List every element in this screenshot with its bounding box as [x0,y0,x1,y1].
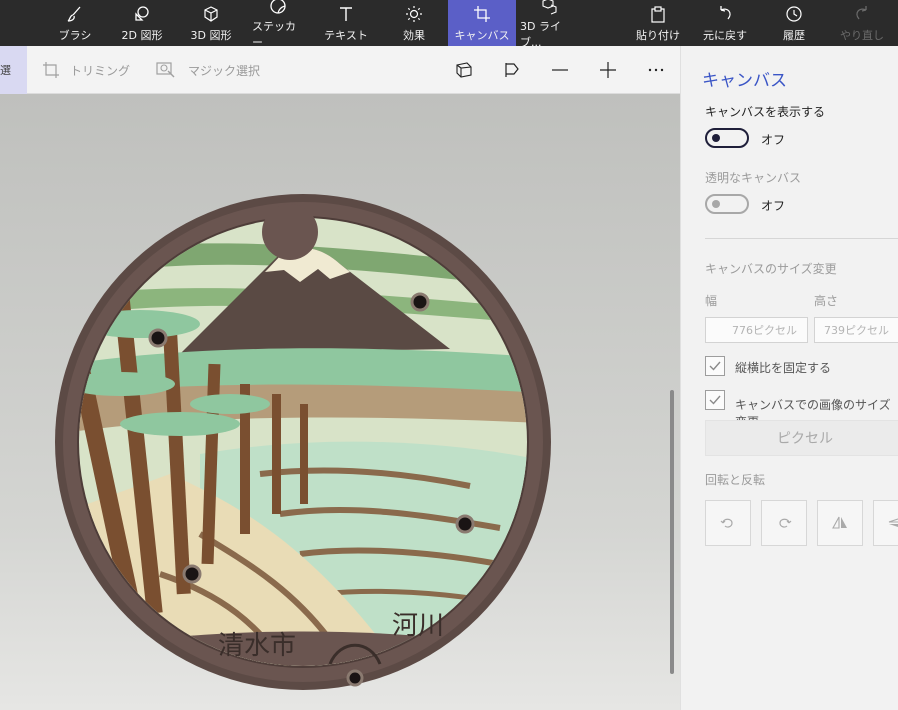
zoom-out-icon [552,69,568,71]
canvas-label: キャンバス [454,28,510,42]
transparent-canvas-toggle[interactable] [705,194,749,214]
more-button[interactable] [644,58,668,82]
divider [705,238,898,239]
panel-title: キャンバス [702,71,787,91]
canvas-icon [472,4,492,24]
3d-shapes-tool-button[interactable]: 3D 図形 [186,0,236,46]
rotate-flip-title: 回転と反転 [705,473,766,487]
3d-shapes-label: 3D 図形 [190,28,232,42]
crop-button[interactable]: トリミング [42,60,130,80]
vertical-scrollbar[interactable] [670,390,674,674]
toggle-knob [712,134,720,142]
paste-button[interactable]: 貼り付け [634,0,682,46]
redo-button[interactable]: やり直し [840,0,884,46]
magic-select-icon [156,62,175,78]
show-canvas-toggle[interactable] [705,128,749,148]
checkmark-icon [709,395,721,405]
plate-text-left: 清水市 [218,631,296,661]
3d-shapes-icon [201,4,221,24]
3d-library-tool-button[interactable]: 3D ライブ... [520,0,580,49]
zoom-in-button[interactable] [596,58,620,82]
lock-aspect-label: 縦横比を固定する [735,361,832,375]
brush-tool-button[interactable]: ブラシ [56,0,94,46]
sticker-label: ステッカー [252,19,296,49]
show-canvas-label: キャンバスを表示する [705,105,826,119]
checkmark-icon [709,361,721,371]
2d-shapes-icon [132,4,152,24]
select-label: 選 [0,64,11,77]
3d-library-label: 3D ライブ... [520,19,561,49]
width-input[interactable]: 776ピクセル [705,317,808,343]
magic-select-label: マジック選択 [188,63,261,78]
resize-image-checkbox[interactable] [705,390,725,410]
flip-horizontal-icon [832,516,847,529]
flip-vertical-button[interactable] [873,500,898,546]
zoom-out-button[interactable] [548,58,572,82]
crop-icon [43,62,59,78]
show-canvas-state: オフ [761,133,786,147]
redo-icon [852,4,872,24]
3d-view-button[interactable] [452,58,476,82]
plate-text-right: 河川 [392,611,444,641]
canvas-subtoolbar: 選 トリミング マジック選択 [0,46,680,94]
flip-horizontal-button[interactable] [817,500,863,546]
undo-icon [715,4,735,24]
height-input[interactable]: 739ピクセル [814,317,898,343]
flag-icon [505,63,519,77]
text-tool-button[interactable]: テキスト [322,0,370,46]
width-label: 幅 [705,294,718,308]
effects-tool-button[interactable]: 効果 [394,0,434,46]
history-button[interactable]: 履歴 [776,0,812,46]
effects-icon [404,4,424,24]
undo-label: 元に戻す [703,28,747,42]
redo-label: やり直し [840,28,884,42]
canvas-panel: キャンバス キャンバスを表示する オフ 透明なキャンバス オフ キャンバスのサイ… [680,46,898,710]
2d-shapes-tool-button[interactable]: 2D 図形 [116,0,168,46]
3d-library-icon [540,0,560,15]
manhole-cover-image: 清水市 河川 [55,194,551,690]
paste-icon [648,4,668,24]
rotate-left-button[interactable] [705,500,751,546]
2d-shapes-label: 2D 図形 [121,28,163,42]
transparent-canvas-label: 透明なキャンバス [705,171,802,185]
select-tool-button[interactable]: 選 [0,46,27,94]
sticker-icon [268,0,288,15]
more-icon [648,68,664,72]
resize-canvas-title: キャンバスのサイズ変更 [705,262,837,276]
flip-vertical-icon [888,518,898,527]
top-toolbar: ブラシ 2D 図形 3D 図形 ステッカー テキスト 効果 キャンバス 3D ラ… [0,0,898,49]
rotate-right-button[interactable] [761,500,807,546]
history-icon [784,4,804,24]
height-value: 739ピクセル [824,324,889,337]
brush-icon [65,4,85,24]
brush-label: ブラシ [58,28,92,42]
undo-button[interactable]: 元に戻す [700,0,750,46]
text-icon [336,4,356,24]
history-label: 履歴 [783,28,805,42]
canvas-area[interactable]: 清水市 河川 [0,94,680,710]
magic-select-button[interactable]: マジック選択 [156,60,260,80]
unit-value: ピクセル [777,431,833,447]
rotate-right-icon [779,518,792,528]
toggle-knob [712,200,720,208]
3d-view-icon [456,62,472,78]
zoom-in-icon [600,62,616,78]
transparent-canvas-state: オフ [761,199,786,213]
rotate-left-icon [720,518,733,528]
canvas-tool-button[interactable]: キャンバス [448,0,516,46]
unit-dropdown[interactable]: ピクセル [705,420,898,456]
effects-label: 効果 [403,28,425,42]
text-label: テキスト [324,28,368,42]
width-value: 776ピクセル [732,324,797,337]
lock-aspect-checkbox[interactable] [705,356,725,376]
height-label: 高さ [814,294,839,308]
sticker-tool-button[interactable]: ステッカー [252,0,304,49]
crop-label: トリミング [70,63,131,78]
flag-button[interactable] [500,58,524,82]
paste-label: 貼り付け [636,28,680,42]
